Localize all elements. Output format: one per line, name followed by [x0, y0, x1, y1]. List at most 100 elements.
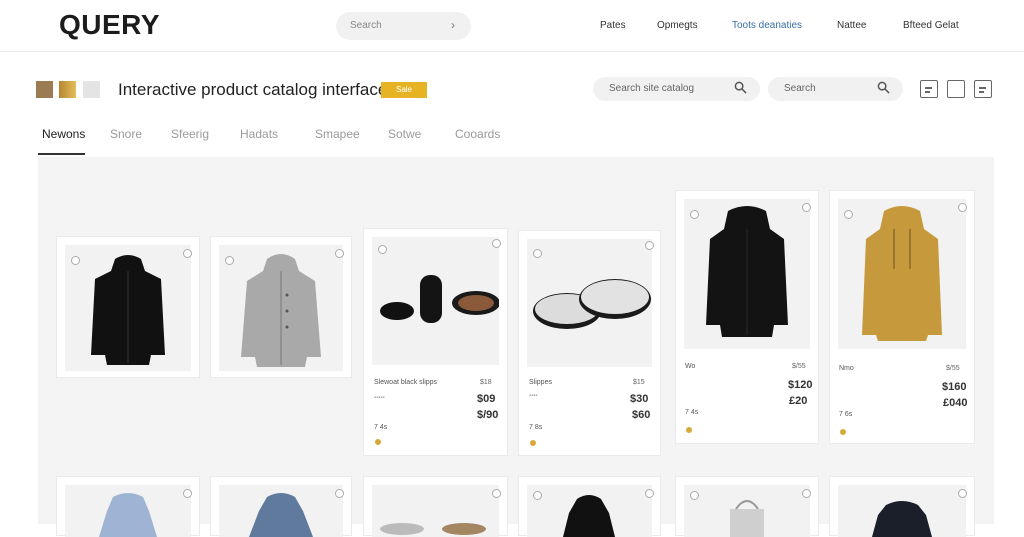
product-card[interactable]	[363, 476, 508, 537]
active-tab-indicator	[38, 153, 85, 155]
favorite-toggle[interactable]	[492, 239, 501, 248]
product-rating: ▪▪▪▪▪	[374, 395, 385, 401]
nav-link-3-active[interactable]: Toots deanaties	[732, 20, 802, 31]
patterned-hoodie-image	[249, 493, 313, 537]
product-image[interactable]	[838, 485, 966, 537]
tab-2[interactable]: Snore	[110, 127, 142, 141]
tab-6[interactable]: Sotwe	[388, 127, 421, 141]
product-card[interactable]	[829, 476, 975, 537]
product-price: $30	[630, 393, 649, 405]
tab-3[interactable]: Sfeerig	[171, 127, 209, 141]
secondary-search-placeholder: Search	[784, 83, 816, 94]
favorite-toggle[interactable]	[958, 203, 967, 212]
catalog-search-input[interactable]: Search site catalog	[593, 77, 760, 101]
grid-view-icon[interactable]	[947, 80, 965, 98]
select-radio[interactable]	[844, 210, 853, 219]
tab-7[interactable]: Cooards	[455, 127, 500, 141]
favorite-toggle[interactable]	[645, 489, 654, 498]
tab-1[interactable]: Newons	[42, 127, 85, 141]
black-fur-hoodie-image	[706, 206, 788, 337]
favorite-toggle[interactable]	[958, 489, 967, 498]
product-price-alt: $60	[632, 409, 651, 421]
product-price-original: $/55	[946, 365, 960, 372]
list-view-icon[interactable]	[920, 80, 938, 98]
black-hooded-jacket-image	[91, 255, 165, 365]
color-swatch-gold[interactable]	[59, 81, 76, 98]
product-rating: ▪▪▪▪	[529, 393, 538, 399]
page-title: Interactive product catalog interface	[118, 80, 388, 99]
product-price-alt: $/90	[477, 409, 499, 421]
tab-4[interactable]: Hadats	[240, 127, 278, 141]
nav-link-4[interactable]: Nattee	[837, 20, 866, 31]
product-image[interactable]	[372, 485, 499, 537]
select-radio[interactable]	[71, 256, 80, 265]
favorite-toggle[interactable]	[802, 203, 811, 212]
nav-link-2[interactable]: Opmegts	[657, 20, 698, 31]
product-image[interactable]	[65, 245, 191, 371]
grey-slippers-image	[533, 279, 651, 329]
product-meta: 7 6s	[839, 411, 853, 418]
product-card[interactable]: Nmo $/55 $160 £040 7 6s	[829, 190, 975, 444]
select-radio[interactable]	[690, 491, 699, 500]
arrow-right-icon[interactable]: ›	[451, 18, 455, 32]
favorite-toggle[interactable]	[335, 489, 344, 498]
brand-logo[interactable]: QUERY	[59, 9, 160, 41]
product-name[interactable]: Slewoat black slipps	[374, 379, 437, 386]
product-name[interactable]: Nmo	[839, 365, 854, 372]
product-image[interactable]	[838, 199, 966, 349]
nav-link-5[interactable]: Bfteed Gelat	[903, 20, 959, 31]
product-name[interactable]: Wo	[685, 363, 695, 370]
product-image[interactable]	[527, 239, 652, 367]
tab-5[interactable]: Smapee	[315, 127, 360, 141]
nav-link-1[interactable]: Pates	[600, 20, 626, 31]
product-image[interactable]	[684, 199, 810, 349]
product-price-original: $15	[633, 379, 645, 386]
product-card[interactable]	[210, 236, 352, 378]
color-dot[interactable]	[840, 429, 846, 435]
secondary-search-input[interactable]: Search	[768, 77, 903, 101]
favorite-toggle[interactable]	[335, 249, 344, 258]
select-radio[interactable]	[690, 210, 699, 219]
catalog-search-placeholder: Search site catalog	[609, 83, 695, 94]
mustard-hoodie-image	[862, 206, 942, 341]
product-meta: 7 4s	[685, 409, 699, 416]
color-dot[interactable]	[686, 427, 692, 433]
product-image[interactable]	[372, 237, 499, 365]
favorite-toggle[interactable]	[492, 489, 501, 498]
color-dot[interactable]	[530, 440, 536, 446]
product-card[interactable]	[210, 476, 352, 537]
detail-view-icon[interactable]	[974, 80, 992, 98]
color-swatch-grey[interactable]	[83, 81, 100, 98]
search-icon[interactable]	[877, 81, 890, 94]
favorite-toggle[interactable]	[183, 489, 192, 498]
product-card[interactable]: Slippes $15 ▪▪▪▪ $30 $60 7 8s	[518, 230, 661, 456]
select-radio[interactable]	[225, 256, 234, 265]
select-radio[interactable]	[533, 249, 542, 258]
favorite-toggle[interactable]	[183, 249, 192, 258]
product-image[interactable]	[527, 485, 652, 537]
product-price: $120	[788, 379, 813, 391]
sale-badge: Sale	[381, 82, 427, 98]
product-image[interactable]	[219, 245, 343, 371]
product-name[interactable]: Slippes	[529, 379, 552, 386]
product-card[interactable]	[56, 476, 200, 537]
product-card[interactable]	[518, 476, 661, 537]
product-card[interactable]	[56, 236, 200, 378]
product-image[interactable]	[65, 485, 191, 537]
product-price-alt: £040	[943, 397, 968, 409]
product-card[interactable]: Slewoat black slipps $18 ▪▪▪▪▪ $09 $/90 …	[363, 228, 508, 456]
top-search-placeholder: Search	[350, 20, 382, 31]
select-radio[interactable]	[378, 245, 387, 254]
product-card[interactable]	[675, 476, 819, 537]
favorite-toggle[interactable]	[802, 489, 811, 498]
color-swatch-brown[interactable]	[36, 81, 53, 98]
product-price: $09	[477, 393, 496, 405]
product-image[interactable]	[219, 485, 343, 537]
search-icon[interactable]	[734, 81, 747, 94]
product-card[interactable]: Wo $/55 $120 £20 7 4s	[675, 190, 819, 444]
select-radio[interactable]	[533, 491, 542, 500]
favorite-toggle[interactable]	[645, 241, 654, 250]
product-image[interactable]	[684, 485, 810, 537]
top-search-input[interactable]: Search ›	[336, 12, 471, 40]
color-dot[interactable]	[375, 439, 381, 445]
